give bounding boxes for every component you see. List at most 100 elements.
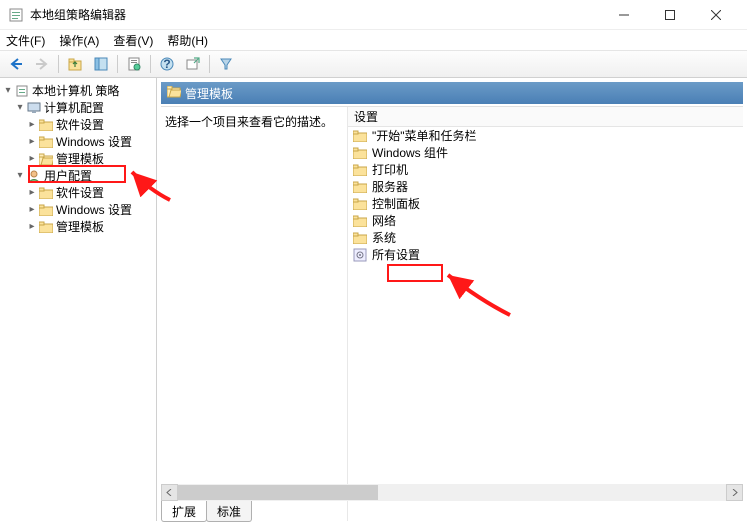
chevron-right-icon[interactable]: ▸ bbox=[26, 119, 38, 130]
close-button[interactable] bbox=[693, 0, 739, 30]
folder-open-icon bbox=[167, 86, 181, 101]
folder-icon bbox=[352, 230, 368, 246]
menu-action[interactable]: 操作(A) bbox=[59, 32, 99, 49]
titlebar: 本地组策略编辑器 bbox=[0, 0, 747, 30]
main-area: ▾ 本地计算机 策略 ▾ 计算机配置 ▸ 软件设置 ▸ Windows 设置 ▸… bbox=[0, 78, 747, 521]
app-icon bbox=[8, 7, 24, 23]
tree-item-windows-settings[interactable]: ▸ Windows 设置 bbox=[0, 133, 156, 150]
up-button[interactable] bbox=[63, 53, 87, 75]
menubar: 文件(F) 操作(A) 查看(V) 帮助(H) bbox=[0, 30, 747, 50]
tree-item-windows-settings[interactable]: ▸ Windows 设置 bbox=[0, 201, 156, 218]
list-item-start-menu[interactable]: "开始"菜单和任务栏 bbox=[348, 127, 743, 144]
filter-button[interactable] bbox=[214, 53, 238, 75]
help-button[interactable]: ? bbox=[155, 53, 179, 75]
chevron-down-icon[interactable]: ▾ bbox=[14, 170, 26, 181]
tree-item-admin-templates[interactable]: ▸ 管理模板 bbox=[0, 150, 156, 167]
show-hide-tree-button[interactable] bbox=[89, 53, 113, 75]
folder-icon bbox=[352, 145, 368, 161]
folder-icon bbox=[352, 196, 368, 212]
list-item-windows-components[interactable]: Windows 组件 bbox=[348, 144, 743, 161]
tree-label: Windows 设置 bbox=[56, 201, 132, 218]
tree-label: 软件设置 bbox=[56, 116, 104, 133]
tree-label: 计算机配置 bbox=[44, 99, 104, 116]
minimize-button[interactable] bbox=[601, 0, 647, 30]
list-item-label: "开始"菜单和任务栏 bbox=[372, 127, 477, 144]
maximize-button[interactable] bbox=[647, 0, 693, 30]
content-header-label: 管理模板 bbox=[185, 85, 233, 102]
user-icon bbox=[26, 168, 42, 184]
chevron-right-icon[interactable]: ▸ bbox=[26, 136, 38, 147]
tab-standard[interactable]: 标准 bbox=[206, 501, 252, 522]
scroll-right-button[interactable] bbox=[726, 484, 743, 501]
list-item-all-settings[interactable]: 所有设置 bbox=[348, 246, 743, 263]
folder-icon bbox=[38, 185, 54, 201]
list-item-label: 打印机 bbox=[372, 161, 408, 178]
forward-button[interactable] bbox=[30, 53, 54, 75]
tree-user-config[interactable]: ▾ 用户配置 bbox=[0, 167, 156, 184]
toolbar: ? bbox=[0, 50, 747, 78]
menu-help[interactable]: 帮助(H) bbox=[167, 32, 208, 49]
window-title: 本地组策略编辑器 bbox=[30, 6, 601, 23]
list-item-label: Windows 组件 bbox=[372, 144, 448, 161]
list-column-header[interactable]: 设置 bbox=[348, 107, 743, 127]
tree-label: 用户配置 bbox=[44, 167, 92, 184]
menu-file[interactable]: 文件(F) bbox=[6, 32, 45, 49]
chevron-right-icon[interactable]: ▸ bbox=[26, 221, 38, 232]
description-pane: 选择一个项目来查看它的描述。 bbox=[161, 107, 347, 521]
view-tabs: 扩展 标准 bbox=[161, 501, 251, 521]
scrollbar-track[interactable] bbox=[178, 484, 726, 501]
toolbar-separator bbox=[150, 55, 151, 73]
chevron-right-icon[interactable]: ▸ bbox=[26, 187, 38, 198]
list-item-system[interactable]: 系统 bbox=[348, 229, 743, 246]
horizontal-scrollbar[interactable] bbox=[161, 484, 743, 501]
list-item-control-panel[interactable]: 控制面板 bbox=[348, 195, 743, 212]
tree-label: 本地计算机 策略 bbox=[32, 82, 119, 99]
window-controls bbox=[601, 0, 739, 30]
toolbar-separator bbox=[117, 55, 118, 73]
tree-label: 管理模板 bbox=[56, 218, 104, 235]
tree-root[interactable]: ▾ 本地计算机 策略 bbox=[0, 82, 156, 99]
folder-icon bbox=[38, 219, 54, 235]
folder-icon bbox=[352, 162, 368, 178]
folder-icon bbox=[38, 117, 54, 133]
toolbar-separator bbox=[209, 55, 210, 73]
scrollbar-thumb[interactable] bbox=[178, 485, 378, 500]
tree-computer-config[interactable]: ▾ 计算机配置 bbox=[0, 99, 156, 116]
chevron-down-icon[interactable]: ▾ bbox=[2, 85, 14, 96]
folder-icon bbox=[352, 179, 368, 195]
svg-text:?: ? bbox=[163, 57, 170, 71]
settings-node-icon bbox=[352, 247, 368, 263]
tab-extended[interactable]: 扩展 bbox=[161, 501, 207, 522]
tree-item-admin-templates[interactable]: ▸ 管理模板 bbox=[0, 218, 156, 235]
list-pane: 设置 "开始"菜单和任务栏 Windows 组件 打印机 服务器 bbox=[347, 107, 743, 521]
list-item-servers[interactable]: 服务器 bbox=[348, 178, 743, 195]
list-item-label: 网络 bbox=[372, 212, 396, 229]
tree-label: 管理模板 bbox=[56, 150, 104, 167]
tree-item-software[interactable]: ▸ 软件设置 bbox=[0, 116, 156, 133]
menu-view[interactable]: 查看(V) bbox=[113, 32, 153, 49]
tab-label: 标准 bbox=[217, 505, 241, 519]
list-item-network[interactable]: 网络 bbox=[348, 212, 743, 229]
chevron-right-icon[interactable]: ▸ bbox=[26, 153, 38, 164]
content-pane: 管理模板 选择一个项目来查看它的描述。 设置 "开始"菜单和任务栏 Window… bbox=[157, 78, 747, 521]
list-item-label: 所有设置 bbox=[372, 246, 420, 263]
back-button[interactable] bbox=[4, 53, 28, 75]
folder-icon bbox=[38, 134, 54, 150]
chevron-down-icon[interactable]: ▾ bbox=[14, 102, 26, 113]
description-text: 选择一个项目来查看它的描述。 bbox=[165, 115, 333, 129]
list-item-printers[interactable]: 打印机 bbox=[348, 161, 743, 178]
tab-label: 扩展 bbox=[172, 505, 196, 519]
folder-open-icon bbox=[38, 151, 54, 167]
folder-icon bbox=[352, 128, 368, 144]
computer-icon bbox=[26, 100, 42, 116]
policy-icon bbox=[14, 83, 30, 99]
folder-icon bbox=[352, 213, 368, 229]
list-item-label: 控制面板 bbox=[372, 195, 420, 212]
content-body: 选择一个项目来查看它的描述。 设置 "开始"菜单和任务栏 Windows 组件 … bbox=[161, 106, 743, 521]
content-header: 管理模板 bbox=[161, 82, 743, 104]
properties-button[interactable] bbox=[122, 53, 146, 75]
export-button[interactable] bbox=[181, 53, 205, 75]
tree-item-software[interactable]: ▸ 软件设置 bbox=[0, 184, 156, 201]
chevron-right-icon[interactable]: ▸ bbox=[26, 204, 38, 215]
scroll-left-button[interactable] bbox=[161, 484, 178, 501]
